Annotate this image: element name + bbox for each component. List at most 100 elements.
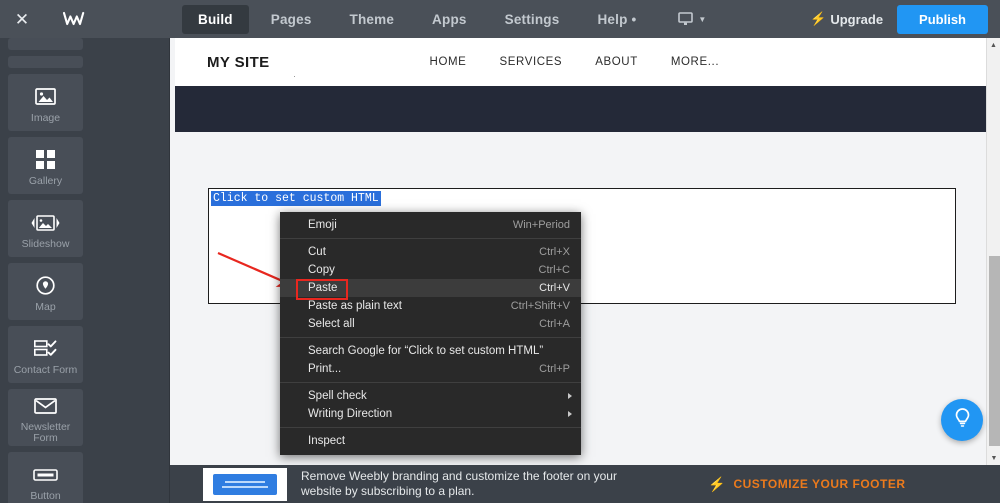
upgrade-button[interactable]: ⚡ Upgrade [810,11,883,27]
context-menu-item-copy[interactable]: Copy Ctrl+C [280,261,581,279]
sidebar-tile-label: Slideshow [21,237,70,250]
map-pin-icon [36,274,55,298]
lightbulb-icon [953,407,972,434]
context-menu-item-search-google[interactable]: Search Google for “Click to set custom H… [280,342,581,360]
chevron-down-icon: ▼ [698,14,707,24]
context-menu-item-emoji[interactable]: Emoji Win+Period [280,216,581,234]
tab-pages[interactable]: Pages [255,5,328,34]
canvas-scrollbar[interactable]: ▲ ▼ [986,38,1000,465]
menu-item-label: Paste [308,282,338,294]
site-header: MY SITE HOME SERVICES ABOUT MORE... · [175,38,990,86]
close-icon[interactable]: ✕ [0,0,44,38]
site-title[interactable]: MY SITE [207,54,270,71]
footer-upsell-bar: Remove Weebly branding and customize the… [170,465,1000,503]
footer-preview-thumbnail [203,467,287,501]
menu-item-accel: Win+Period [512,219,570,231]
basic-elements-grid: Image Gallery Slideshow Map Contact Form [0,68,170,503]
context-menu-item-print[interactable]: Print... Ctrl+P [280,360,581,378]
submenu-arrow-icon [568,411,572,417]
menu-item-accel: Ctrl+Shift+V [510,300,570,312]
editor-top-bar: ✕ Build Pages Theme Apps Settings Help •… [0,0,1000,38]
menu-item-label: Spell check [308,390,367,402]
menu-item-label: Search Google for “Click to set custom H… [308,345,544,357]
sidebar-scrolled-row [0,38,170,68]
tab-build[interactable]: Build [182,4,249,34]
menu-separator [280,382,581,383]
sidebar-tile-gallery[interactable]: Gallery [8,137,83,194]
menu-item-label: Copy [308,264,335,276]
tab-help[interactable]: Help • [581,5,652,34]
sidebar-tile-button[interactable]: Button [8,452,83,503]
sidebar-tile-map[interactable]: Map [8,263,83,320]
site-nav: HOME SERVICES ABOUT MORE... [430,56,720,68]
cursor-dot-marker: · [293,71,296,81]
elements-sidebar[interactable]: Image Gallery Slideshow Map Contact Form [0,38,170,503]
sidebar-tile-label: Newsletter Form [20,421,71,444]
canvas-scroll-thumb[interactable] [989,256,1000,446]
sidebar-tile-label: Contact Form [13,363,78,376]
embed-placeholder-text[interactable]: Click to set custom HTML [211,191,381,206]
tab-apps[interactable]: Apps [416,5,483,34]
contact-form-icon [34,337,57,361]
menu-separator [280,238,581,239]
menu-item-label: Inspect [308,435,346,447]
publish-button[interactable]: Publish [897,4,988,34]
scroll-down-arrow[interactable]: ▼ [987,451,1000,465]
hero-band [175,86,990,132]
menu-item-label: Paste as plain text [308,300,402,312]
weebly-logo-icon[interactable] [44,0,104,38]
context-menu-item-paste-as-plain-text[interactable]: Paste as plain text Ctrl+Shift+V [280,297,581,315]
gallery-grid-icon [36,148,55,172]
menu-item-label: Writing Direction [308,408,393,420]
tile-partial-left[interactable] [8,38,83,50]
upgrade-label: Upgrade [830,11,884,27]
context-menu-item-cut[interactable]: Cut Ctrl+X [280,243,581,261]
tab-settings[interactable]: Settings [489,5,576,34]
envelope-icon [34,394,57,418]
submenu-arrow-icon [568,393,572,399]
help-lightbulb-button[interactable] [941,399,983,441]
site-nav-item-services[interactable]: SERVICES [499,56,562,68]
sidebar-tile-image[interactable]: Image [8,74,83,131]
context-menu-item-writing-direction[interactable]: Writing Direction [280,405,581,423]
menu-item-accel: Ctrl+C [538,264,570,276]
menu-item-label: Emoji [308,219,337,231]
monitor-preview-icon[interactable]: ▼ [672,8,712,30]
context-menu-item-select-all[interactable]: Select all Ctrl+A [280,315,581,333]
context-menu-item-spell-check[interactable]: Spell check [280,387,581,405]
menu-item-accel: Ctrl+V [539,282,570,294]
browser-context-menu[interactable]: Emoji Win+Period Cut Ctrl+X Copy Ctrl+C … [280,212,581,455]
menu-item-accel: Ctrl+P [539,363,570,375]
footer-upsell-message: Remove Weebly branding and customize the… [301,469,617,498]
menu-item-accel: Ctrl+X [539,246,570,258]
menu-separator [280,427,581,428]
bolt-icon: ⚡ [810,11,827,26]
context-menu-item-inspect[interactable]: Inspect [280,432,581,450]
tab-theme[interactable]: Theme [334,5,411,34]
topbar-actions: ⚡ Upgrade Publish [810,0,1000,38]
customize-footer-button[interactable]: ⚡ CUSTOMIZE YOUR FOOTER [708,476,906,493]
slideshow-icon [31,211,60,235]
sidebar-tile-label: Button [30,489,61,502]
sidebar-tile-label: Image [30,111,61,124]
site-nav-item-more[interactable]: MORE... [671,56,719,68]
sidebar-tile-newsletter-form[interactable]: Newsletter Form [8,389,83,446]
menu-separator [280,337,581,338]
image-icon [35,85,56,109]
button-icon [33,463,58,487]
customize-footer-label: CUSTOMIZE YOUR FOOTER [733,477,906,491]
scroll-up-arrow[interactable]: ▲ [987,38,1000,52]
context-menu-item-paste[interactable]: Paste Ctrl+V [280,279,581,297]
site-nav-item-about[interactable]: ABOUT [595,56,638,68]
bolt-icon: ⚡ [708,475,726,492]
menu-item-label: Select all [308,318,355,330]
sidebar-tile-slideshow[interactable]: Slideshow [8,200,83,257]
site-nav-item-home[interactable]: HOME [430,56,467,68]
sidebar-tile-label: Map [35,300,56,313]
editor-nav-tabs: Build Pages Theme Apps Settings Help • ▼ [182,0,712,38]
tile-partial-right[interactable] [8,56,83,68]
menu-item-label: Cut [308,246,326,258]
menu-item-label: Print... [308,363,342,375]
sidebar-tile-label: Gallery [28,174,63,187]
sidebar-tile-contact-form[interactable]: Contact Form [8,326,83,383]
